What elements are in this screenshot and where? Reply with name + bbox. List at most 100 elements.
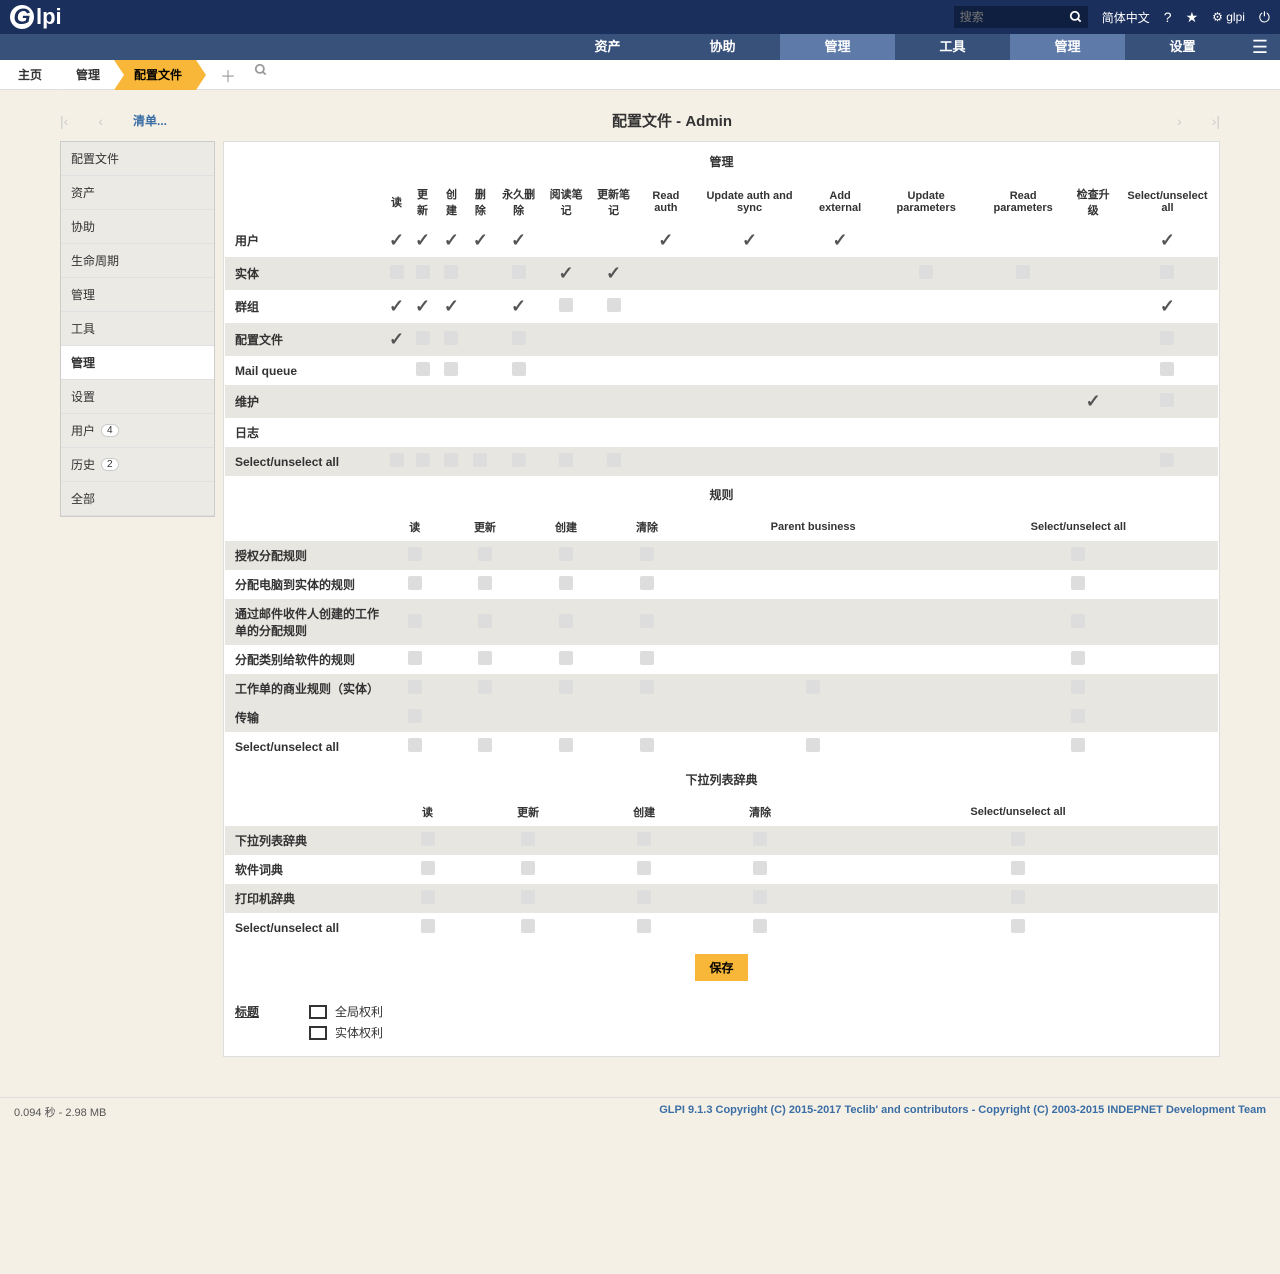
- sidebar-item-9[interactable]: 历史2: [61, 448, 214, 482]
- checkbox[interactable]: [1160, 362, 1174, 376]
- checkbox[interactable]: [408, 651, 422, 665]
- checkbox[interactable]: [640, 680, 654, 694]
- checkbox[interactable]: [444, 362, 458, 376]
- checkbox[interactable]: [521, 861, 535, 875]
- checkbox[interactable]: [390, 453, 404, 467]
- checkbox[interactable]: [408, 680, 422, 694]
- checkmark-icon[interactable]: ✓: [415, 296, 430, 316]
- sidebar-item-2[interactable]: 协助: [61, 210, 214, 244]
- checkbox[interactable]: [559, 298, 573, 312]
- checkbox[interactable]: [607, 453, 621, 467]
- checkbox[interactable]: [559, 651, 573, 665]
- checkbox[interactable]: [806, 738, 820, 752]
- checkbox[interactable]: [421, 919, 435, 933]
- nav-item-2[interactable]: 管理: [780, 34, 895, 60]
- checkmark-icon[interactable]: ✓: [389, 230, 404, 250]
- checkbox[interactable]: [559, 547, 573, 561]
- checkmark-icon[interactable]: ✓: [833, 230, 848, 250]
- checkmark-icon[interactable]: ✓: [444, 230, 459, 250]
- sidebar-item-8[interactable]: 用户4: [61, 414, 214, 448]
- checkbox[interactable]: [1016, 265, 1030, 279]
- checkbox[interactable]: [521, 890, 535, 904]
- checkbox[interactable]: [637, 890, 651, 904]
- lang-link[interactable]: 简体中文: [1102, 9, 1150, 26]
- search-icon[interactable]: [1064, 6, 1088, 28]
- sidebar-item-5[interactable]: 工具: [61, 312, 214, 346]
- checkbox[interactable]: [640, 576, 654, 590]
- checkmark-icon[interactable]: ✓: [1160, 296, 1175, 316]
- checkbox[interactable]: [512, 265, 526, 279]
- checkbox[interactable]: [637, 919, 651, 933]
- checkbox[interactable]: [478, 680, 492, 694]
- checkbox[interactable]: [1160, 453, 1174, 467]
- nav-item-3[interactable]: 工具: [895, 34, 1010, 60]
- checkbox[interactable]: [1160, 393, 1174, 407]
- checkbox[interactable]: [408, 547, 422, 561]
- first-page-icon[interactable]: |‹: [60, 113, 68, 129]
- checkbox[interactable]: [1160, 331, 1174, 345]
- footer-right[interactable]: GLPI 9.1.3 Copyright (C) 2015-2017 Tecli…: [659, 1104, 1266, 1120]
- checkbox[interactable]: [919, 265, 933, 279]
- checkbox[interactable]: [408, 738, 422, 752]
- sidebar-item-7[interactable]: 设置: [61, 380, 214, 414]
- checkbox[interactable]: [478, 614, 492, 628]
- checkbox[interactable]: [478, 738, 492, 752]
- checkbox[interactable]: [416, 331, 430, 345]
- checkbox[interactable]: [416, 362, 430, 376]
- checkbox[interactable]: [1071, 709, 1085, 723]
- power-icon[interactable]: ⏻: [1259, 9, 1270, 26]
- checkbox[interactable]: [559, 576, 573, 590]
- checkmark-icon[interactable]: ✓: [1160, 230, 1175, 250]
- checkbox[interactable]: [1071, 738, 1085, 752]
- checkbox[interactable]: [637, 832, 651, 846]
- checkmark-icon[interactable]: ✓: [1086, 391, 1101, 411]
- search-input[interactable]: [954, 6, 1064, 28]
- checkbox[interactable]: [1071, 651, 1085, 665]
- checkmark-icon[interactable]: ✓: [473, 230, 488, 250]
- checkbox[interactable]: [559, 453, 573, 467]
- user-link[interactable]: ⚙ glpi: [1212, 10, 1245, 24]
- checkbox[interactable]: [559, 680, 573, 694]
- checkmark-icon[interactable]: ✓: [606, 263, 621, 283]
- checkbox[interactable]: [478, 576, 492, 590]
- sidebar-item-0[interactable]: 配置文件: [61, 142, 214, 176]
- sidebar-item-3[interactable]: 生命周期: [61, 244, 214, 278]
- nav-item-4[interactable]: 管理: [1010, 34, 1125, 60]
- checkmark-icon[interactable]: ✓: [742, 230, 757, 250]
- sidebar-item-6[interactable]: 管理: [61, 346, 214, 380]
- checkbox[interactable]: [478, 547, 492, 561]
- checkmark-icon[interactable]: ✓: [559, 263, 574, 283]
- checkbox[interactable]: [640, 547, 654, 561]
- checkbox[interactable]: [806, 680, 820, 694]
- last-page-icon[interactable]: ›|: [1212, 113, 1220, 129]
- checkbox[interactable]: [1011, 832, 1025, 846]
- sidebar-item-4[interactable]: 管理: [61, 278, 214, 312]
- checkbox[interactable]: [416, 453, 430, 467]
- checkbox[interactable]: [640, 738, 654, 752]
- checkmark-icon[interactable]: ✓: [415, 230, 430, 250]
- checkbox[interactable]: [408, 614, 422, 628]
- checkbox[interactable]: [1160, 265, 1174, 279]
- checkbox[interactable]: [640, 614, 654, 628]
- checkbox[interactable]: [478, 651, 492, 665]
- checkbox[interactable]: [521, 919, 535, 933]
- nav-item-1[interactable]: 协助: [665, 34, 780, 60]
- checkbox[interactable]: [637, 861, 651, 875]
- checkbox[interactable]: [408, 576, 422, 590]
- checkbox[interactable]: [1071, 680, 1085, 694]
- checkmark-icon[interactable]: ✓: [511, 296, 526, 316]
- logo[interactable]: Glpi: [10, 4, 62, 30]
- checkbox[interactable]: [753, 861, 767, 875]
- checkbox[interactable]: [640, 651, 654, 665]
- checkmark-icon[interactable]: ✓: [444, 296, 459, 316]
- checkbox[interactable]: [559, 614, 573, 628]
- checkmark-icon[interactable]: ✓: [511, 230, 526, 250]
- search-icon[interactable]: [254, 63, 268, 87]
- checkbox[interactable]: [1011, 890, 1025, 904]
- checkbox[interactable]: [512, 362, 526, 376]
- checkbox[interactable]: [559, 738, 573, 752]
- prev-page-icon[interactable]: ‹: [98, 113, 103, 129]
- checkbox[interactable]: [444, 265, 458, 279]
- checkbox[interactable]: [421, 861, 435, 875]
- checkbox[interactable]: [1071, 547, 1085, 561]
